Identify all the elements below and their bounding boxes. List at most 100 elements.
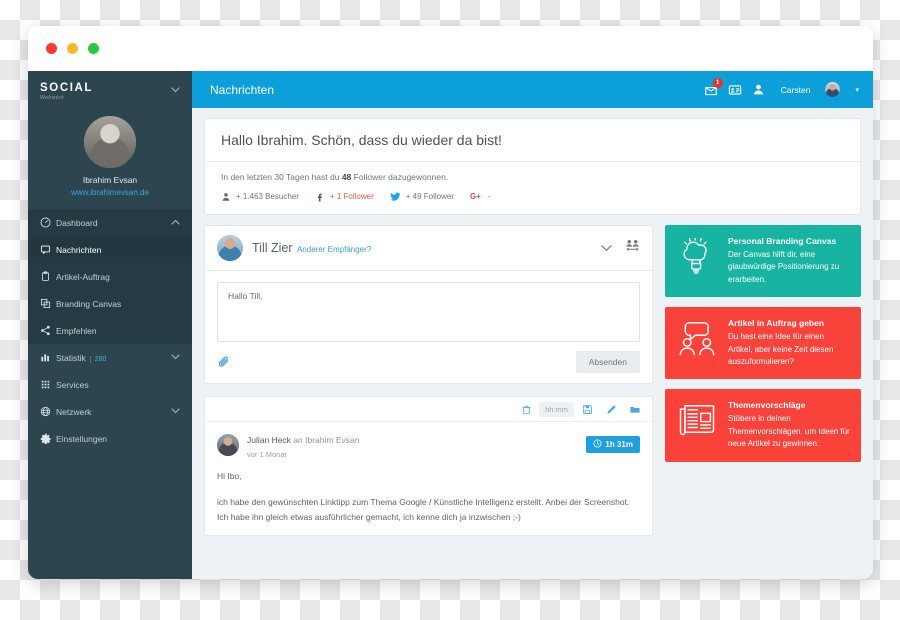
svg-text:G+: G+ xyxy=(470,192,481,201)
avatar[interactable] xyxy=(825,82,841,97)
topbar-username[interactable]: Carsten xyxy=(781,85,811,95)
greeting-body: In den letzten 30 Tagen hast du 48 Follo… xyxy=(205,162,860,214)
greeting-heading: Hallo Ibrahim. Schön, dass du wieder da … xyxy=(205,119,860,162)
sidebar-item-services[interactable]: Services xyxy=(28,371,192,398)
delete-icon[interactable] xyxy=(515,400,537,418)
sidebar-item-label: Empfehlen xyxy=(56,325,97,336)
profile-url[interactable]: www.ibrahimevsan.de xyxy=(28,188,192,197)
people-speech-icon xyxy=(676,318,718,368)
message-paragraph: Hi Ibo, xyxy=(217,471,242,481)
mail-icon[interactable]: 1 xyxy=(704,77,723,97)
sidebar-item-dashboard[interactable]: Dashboard xyxy=(28,209,192,236)
globe-icon xyxy=(40,406,56,417)
sidebar-item-empfehlen[interactable]: Empfehlen xyxy=(28,317,192,344)
stat-label: + 1 Follower xyxy=(329,192,374,201)
topbar-icons: 1 Carsten ▾ xyxy=(704,77,859,97)
sidebar-item-text: Statistik xyxy=(56,352,86,363)
save-icon[interactable] xyxy=(576,400,598,418)
recipient-block: Till Zier Anderer Empfänger? xyxy=(252,239,601,257)
user-icon[interactable] xyxy=(752,83,765,96)
minimize-button[interactable] xyxy=(67,43,78,54)
sidebar-item-label: Netzwerk xyxy=(56,406,92,417)
sidebar-item-label: Einstellungen xyxy=(56,433,108,444)
stat-label: + 49 Follower xyxy=(405,192,454,201)
message-input[interactable]: Hallo Till, xyxy=(217,282,640,342)
chart-icon xyxy=(40,352,56,363)
promo-card-artikel-auftrag[interactable]: Artikel in Auftrag geben Du hast eine Id… xyxy=(665,307,861,380)
lightbulb-cloud-icon xyxy=(676,236,718,286)
promo-text: Themenvorschläge Stöbere in deinen Theme… xyxy=(728,400,850,450)
window-body: SOCIAL Webwork Ibrahim Evsan www.ibrahim… xyxy=(28,71,873,579)
chevron-down-icon[interactable] xyxy=(171,353,180,362)
send-button[interactable]: Absenden xyxy=(575,351,640,373)
avatar xyxy=(84,116,136,168)
profile-name: Ibrahim Evsan xyxy=(82,175,138,185)
chevron-down-icon[interactable] xyxy=(171,407,180,416)
twitter-icon xyxy=(390,191,401,202)
brand-text: SOCIAL Webwork xyxy=(40,79,93,101)
sidebar: SOCIAL Webwork Ibrahim Evsan www.ibrahim… xyxy=(28,71,192,579)
sidebar-item-label: Nachrichten xyxy=(56,244,102,255)
stat-facebook: + 1 Follower xyxy=(315,192,374,202)
newspaper-icon xyxy=(676,400,718,450)
close-button[interactable] xyxy=(46,43,57,54)
greeting-card: Hallo Ibrahim. Schön, dass du wieder da … xyxy=(204,118,861,215)
message-header: Julian Heck an Ibrahim Evsan vor 1 Monat… xyxy=(205,422,652,465)
composer-header: Till Zier Anderer Empfänger? xyxy=(205,226,652,271)
canvas-icon xyxy=(40,298,56,309)
summary-count: 48 xyxy=(341,172,352,182)
avatar xyxy=(217,235,243,261)
duration-badge: 1h 31m xyxy=(586,436,640,453)
brand-title: SOCIAL xyxy=(40,81,94,94)
content-scroll: Hallo Ibrahim. Schön, dass du wieder da … xyxy=(192,108,873,579)
contact-card-icon[interactable] xyxy=(728,83,742,97)
time-field[interactable]: hh:mm xyxy=(539,401,574,417)
sidebar-item-label: Statistik 280 xyxy=(56,353,171,363)
avatar xyxy=(217,433,239,456)
sidebar-item-einstellungen[interactable]: Einstellungen xyxy=(28,425,192,452)
message-body: Hi Ibo, ich habe den gewünschten Linktip… xyxy=(205,465,652,535)
sidebar-item-nachrichten[interactable]: Nachrichten xyxy=(28,236,192,263)
topbar: Nachrichten 1 Carsten ▾ xyxy=(192,71,873,108)
sidebar-item-netzwerk[interactable]: Netzwerk xyxy=(28,398,192,425)
sidebar-item-label: Branding Canvas xyxy=(56,298,122,309)
promo-description: Stöbere in deinen Themenvorschlägen, um … xyxy=(728,414,850,449)
promo-card-themenvorschlaege[interactable]: Themenvorschläge Stöbere in deinen Theme… xyxy=(665,389,861,462)
stat-googleplus: G+ - xyxy=(470,191,491,202)
message-icon xyxy=(40,244,56,255)
follower-summary: In den letzten 30 Tagen hast du 48 Follo… xyxy=(221,172,844,182)
sidebar-item-badge: 280 xyxy=(89,355,107,363)
change-recipient-link[interactable]: Anderer Empfänger? xyxy=(297,245,371,254)
dashboard-icon xyxy=(40,217,56,228)
sidebar-item-label: Dashboard xyxy=(56,217,98,228)
receiver-name: Ibrahim Evsan xyxy=(305,435,360,445)
promo-card-branding-canvas[interactable]: Personal Branding Canvas Der Canvas hilf… xyxy=(665,225,861,298)
paperclip-icon[interactable] xyxy=(217,355,231,369)
sidebar-item-statistik[interactable]: Statistik 280 xyxy=(28,344,192,371)
promo-text: Personal Branding Canvas Der Canvas hilf… xyxy=(728,236,850,286)
promo-description: Der Canvas hilft dir, eine glaubwürdige … xyxy=(728,250,840,284)
chevron-down-icon[interactable]: ▾ xyxy=(855,86,859,94)
brand-logo[interactable]: SOCIAL Webwork xyxy=(28,71,192,108)
left-column: Till Zier Anderer Empfänger? Hallo Till,… xyxy=(204,225,653,536)
edit-icon[interactable] xyxy=(600,400,622,418)
group-icon[interactable] xyxy=(625,239,640,257)
columns: Till Zier Anderer Empfänger? Hallo Till,… xyxy=(204,225,861,536)
maximize-button[interactable] xyxy=(88,43,99,54)
sidebar-nav: Dashboard Nachrichten Artikel-Auftrag Br… xyxy=(28,209,192,452)
folder-icon[interactable] xyxy=(624,400,646,418)
chevron-down-icon[interactable] xyxy=(601,239,612,257)
composer-footer: Absenden xyxy=(217,351,640,373)
sidebar-item-artikel-auftrag[interactable]: Artikel-Auftrag xyxy=(28,263,192,290)
chevron-down-icon[interactable] xyxy=(171,85,180,95)
stat-visitors: + 1.463 Besucher xyxy=(221,192,299,202)
duration-label: 1h 31m xyxy=(605,440,633,449)
stat-twitter: + 49 Follower xyxy=(390,191,454,202)
message-paragraph: ich habe den gewünschten Linktipp zum Th… xyxy=(217,496,630,522)
composer-actions xyxy=(601,239,640,257)
message-from: Julian Heck an Ibrahim Evsan xyxy=(247,435,359,445)
page-title: Nachrichten xyxy=(210,82,275,97)
sidebar-item-branding-canvas[interactable]: Branding Canvas xyxy=(28,290,192,317)
promo-column: Personal Branding Canvas Der Canvas hilf… xyxy=(665,225,861,472)
stat-label: - xyxy=(487,192,491,201)
